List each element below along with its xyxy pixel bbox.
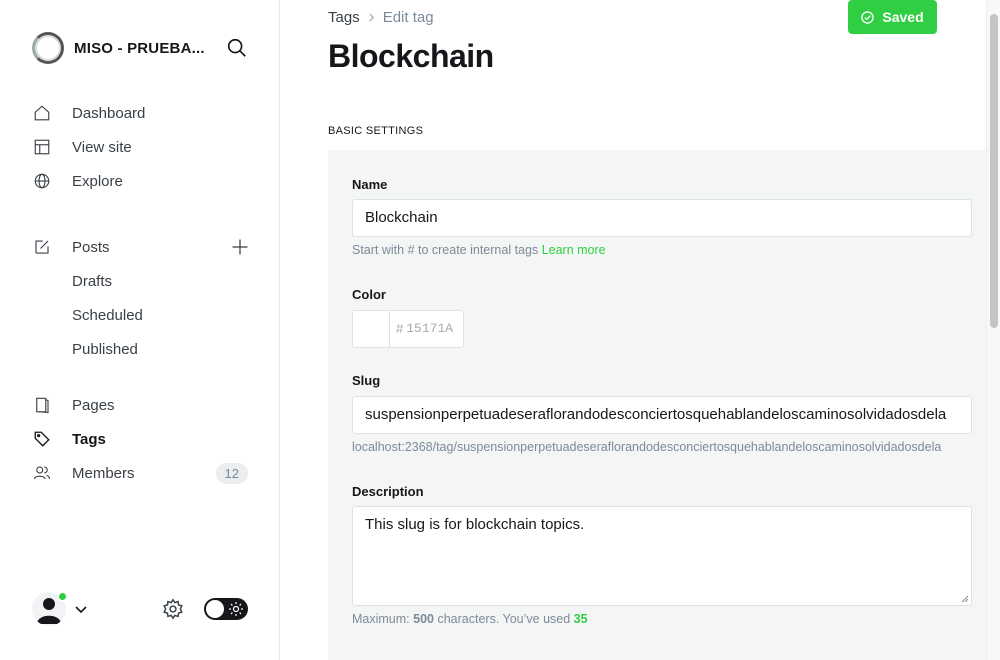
description-textarea[interactable]: This slug is for blockchain topics. — [352, 506, 972, 606]
site-logo — [32, 32, 64, 64]
nav-published[interactable]: Published — [32, 332, 260, 366]
main-content: Tags Edit tag Saved Blockchain BASIC SET… — [280, 0, 986, 660]
online-status-dot — [57, 591, 68, 602]
nav-tags[interactable]: Tags — [32, 422, 260, 456]
color-hex-input[interactable]: 15171A — [403, 311, 453, 347]
page-title: Blockchain — [328, 38, 494, 74]
members-count-badge: 12 — [215, 462, 248, 484]
character-count: Maximum: 500 characters. You’ve used 35 — [352, 612, 962, 626]
basic-settings-panel: Name Blockchain Start with # to create i… — [328, 150, 986, 660]
sidebar-footer — [32, 590, 248, 626]
layout-icon — [32, 137, 52, 157]
check-circle-icon — [861, 10, 875, 24]
color-hash: # — [396, 321, 404, 336]
nav-drafts[interactable]: Drafts — [32, 264, 260, 298]
description-label: Description — [352, 484, 424, 499]
color-picker: # 15171A — [352, 310, 464, 348]
brand[interactable]: MISO - PRUEBA... — [32, 32, 205, 64]
nav-label: Explore — [72, 172, 123, 190]
nav-label: Pages — [72, 396, 115, 414]
description-text: This slug is for blockchain topics. — [365, 516, 585, 533]
page-icon — [32, 395, 52, 415]
nav-dashboard[interactable]: Dashboard — [32, 96, 260, 130]
primary-nav: Dashboard View site Explore — [32, 96, 260, 198]
secondary-nav: Pages Tags Members 12 — [32, 388, 260, 490]
sidebar: MISO - PRUEBA... Dashboard View site Exp… — [0, 0, 280, 660]
nav-label: View site — [72, 138, 132, 156]
name-hint-text: Start with # to create internal tags — [352, 243, 542, 257]
add-post-icon[interactable] — [230, 237, 250, 257]
nav-label: Posts — [72, 238, 110, 256]
breadcrumb-tags-link[interactable]: Tags — [328, 9, 360, 26]
gear-icon[interactable] — [162, 598, 184, 620]
members-icon — [32, 463, 52, 483]
search-icon[interactable] — [226, 37, 248, 59]
saved-button[interactable]: Saved — [848, 0, 937, 34]
nav-label: Members — [72, 464, 135, 482]
color-swatch[interactable] — [353, 311, 390, 347]
tag-icon — [32, 429, 52, 449]
edit-icon — [32, 237, 52, 257]
slug-input[interactable]: suspensionperpetuadeseraflorandodesconci… — [352, 396, 972, 434]
breadcrumb-current: Edit tag — [382, 9, 434, 26]
section-title: BASIC SETTINGS — [328, 125, 424, 137]
name-label: Name — [352, 177, 388, 192]
nav-pages[interactable]: Pages — [32, 388, 260, 422]
count-prefix: Maximum: — [352, 612, 414, 626]
slug-url-preview: localhost:2368/tag/suspensionperpetuades… — [352, 440, 942, 454]
learn-more-link[interactable]: Learn more — [542, 243, 606, 257]
page-scrollbar[interactable] — [986, 0, 1000, 660]
toggle-knob — [206, 600, 224, 618]
nav-members[interactable]: Members 12 — [32, 456, 260, 490]
site-name: MISO - PRUEBA... — [74, 39, 205, 57]
sun-icon — [228, 601, 244, 617]
slug-label: Slug — [352, 373, 381, 388]
nav-label: Tags — [72, 430, 106, 448]
nav-posts[interactable]: Posts — [32, 230, 260, 264]
globe-icon — [32, 171, 52, 191]
saved-label: Saved — [882, 9, 924, 25]
scrollbar-thumb[interactable] — [990, 14, 998, 328]
home-icon — [32, 103, 52, 123]
count-max: 500 — [413, 612, 434, 626]
name-input[interactable]: Blockchain — [352, 199, 972, 237]
name-hint: Start with # to create internal tags Lea… — [352, 243, 962, 257]
nav-explore[interactable]: Explore — [32, 164, 260, 198]
nav-scheduled[interactable]: Scheduled — [32, 298, 260, 332]
color-label: Color — [352, 287, 386, 302]
nav-view-site[interactable]: View site — [32, 130, 260, 164]
count-used: 35 — [573, 612, 588, 626]
chevron-right-icon — [367, 10, 376, 25]
count-mid: characters. You’ve used — [433, 612, 574, 626]
breadcrumb: Tags Edit tag — [328, 9, 434, 26]
posts-nav: Posts Drafts Scheduled Published — [32, 230, 260, 366]
nav-label: Dashboard — [72, 104, 146, 122]
chevron-down-icon[interactable] — [74, 602, 88, 616]
theme-toggle[interactable] — [204, 598, 248, 620]
resize-handle-icon[interactable] — [961, 595, 969, 603]
